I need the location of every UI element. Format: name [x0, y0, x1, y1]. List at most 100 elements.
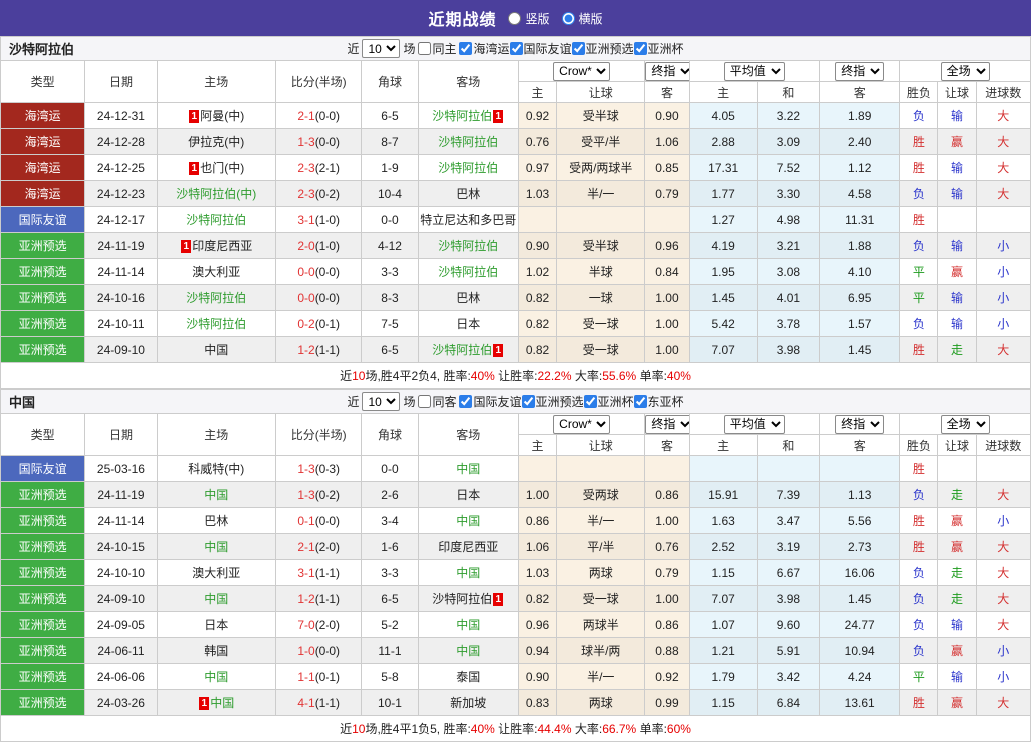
home-cell: 沙特阿拉伯 — [157, 207, 275, 233]
checkbox-icon[interactable] — [522, 395, 535, 408]
layout-horizontal-radio[interactable]: 横版 — [562, 10, 603, 27]
away-cell: 沙特阿拉伯1 — [418, 337, 518, 363]
bookmaker-select[interactable]: Crow* — [553, 62, 610, 81]
avg-away-cell: 10.94 — [820, 638, 900, 664]
checkbox-icon[interactable] — [634, 395, 647, 408]
checkbox-icon[interactable] — [459, 42, 472, 55]
handicap-result-cell: 赢 — [938, 508, 976, 534]
odds-away-cell: 0.79 — [645, 181, 689, 207]
page-title: 近期战绩 — [428, 6, 496, 30]
goals-cell: 大 — [976, 560, 1030, 586]
odds-home-cell: 0.97 — [518, 155, 556, 181]
home-cell: 科威特(中) — [157, 456, 275, 482]
col-avg-home: 主 — [689, 435, 757, 456]
home-cell: 沙特阿拉伯(中) — [157, 181, 275, 207]
average-select[interactable]: 平均值 — [724, 62, 785, 81]
avg-draw-cell: 4.98 — [757, 207, 819, 233]
odds-home-cell: 0.90 — [518, 664, 556, 690]
final-odds-select[interactable]: 终指 — [645, 62, 689, 81]
layout-vertical-radio[interactable]: 竖版 — [508, 10, 549, 27]
col-handicap-result: 让球 — [938, 82, 976, 103]
match-row: 亚洲预选24-11-191印度尼西亚2-0(1-0)4-12沙特阿拉伯0.90受… — [1, 233, 1031, 259]
score-cell: 2-3(0-2) — [276, 181, 362, 207]
home-cell: 中国 — [157, 664, 275, 690]
checkbox-icon[interactable] — [584, 395, 597, 408]
avg-away-cell — [820, 456, 900, 482]
results-table: 类型 日期 主场 比分(半场) 角球 客场 Crow* 终指 平均值 — [0, 60, 1031, 363]
filter-checkbox[interactable]: 亚洲预选 — [572, 40, 634, 57]
odds-away-cell: 1.00 — [645, 337, 689, 363]
result-cell: 负 — [900, 586, 938, 612]
handicap-cell: 受半球 — [557, 103, 645, 129]
filter-checkbox[interactable]: 东亚杯 — [634, 393, 684, 410]
same-venue-checkbox[interactable]: 同主 — [418, 40, 456, 57]
red-card-badge: 1 — [181, 240, 191, 253]
filter-checkbox-group: 国际友谊亚洲预选亚洲杯东亚杯 — [459, 393, 683, 410]
full-match-select[interactable]: 全场 — [941, 62, 990, 81]
goals-cell: 大 — [976, 612, 1030, 638]
final-odds-select[interactable]: 终指 — [645, 415, 689, 434]
date-cell: 24-09-10 — [85, 586, 157, 612]
col-handicap: 让球 — [557, 82, 645, 103]
red-card-badge: 1 — [493, 344, 503, 357]
goals-cell: 小 — [976, 285, 1030, 311]
type-cell: 亚洲预选 — [1, 311, 85, 337]
handicap-result-cell: 赢 — [938, 638, 976, 664]
filter-checkbox[interactable]: 国际友谊 — [510, 40, 572, 57]
full-match-select[interactable]: 全场 — [941, 415, 990, 434]
games-label: 场 — [403, 393, 415, 410]
date-cell: 24-06-11 — [85, 638, 157, 664]
handicap-result-cell: 输 — [938, 612, 976, 638]
odds-home-cell: 1.03 — [518, 560, 556, 586]
result-cell: 胜 — [900, 207, 938, 233]
odds-away-cell: 1.00 — [645, 285, 689, 311]
bookmaker-select[interactable]: Crow* — [553, 415, 610, 434]
home-cell: 澳大利亚 — [157, 259, 275, 285]
type-cell: 亚洲预选 — [1, 690, 85, 716]
col-home: 主场 — [157, 414, 275, 456]
filter-checkbox[interactable]: 亚洲杯 — [584, 393, 634, 410]
odds-away-cell: 1.00 — [645, 508, 689, 534]
filter-checkbox[interactable]: 国际友谊 — [459, 393, 521, 410]
date-cell: 24-11-19 — [85, 233, 157, 259]
filter-checkbox[interactable]: 亚洲杯 — [634, 40, 684, 57]
avg-away-cell: 1.89 — [820, 103, 900, 129]
col-handicap-result: 让球 — [938, 435, 976, 456]
col-home: 主场 — [157, 61, 275, 103]
away-cell: 巴林 — [418, 285, 518, 311]
avg-away-cell: 1.13 — [820, 482, 900, 508]
radio-icon[interactable] — [508, 12, 521, 25]
filter-checkbox[interactable]: 亚洲预选 — [522, 393, 584, 410]
col-corner: 角球 — [362, 414, 418, 456]
checkbox-icon[interactable] — [418, 395, 431, 408]
average-select[interactable]: 平均值 — [724, 415, 785, 434]
final-odds-select-cell-2: 终指 — [820, 414, 900, 435]
goals-cell: 大 — [976, 534, 1030, 560]
filter-bar: 近 10 场 同客 国际友谊亚洲预选亚洲杯东亚杯 — [347, 392, 683, 411]
home-cell: 沙特阿拉伯 — [157, 311, 275, 337]
radio-icon[interactable] — [562, 12, 575, 25]
checkbox-icon[interactable] — [572, 42, 585, 55]
final-odds-select-2[interactable]: 终指 — [835, 415, 884, 434]
home-cell: 1阿曼(中) — [157, 103, 275, 129]
match-row: 亚洲预选24-09-10中国1-2(1-1)6-5沙特阿拉伯10.82受一球1.… — [1, 337, 1031, 363]
avg-draw-cell: 7.52 — [757, 155, 819, 181]
home-cell: 澳大利亚 — [157, 560, 275, 586]
odds-home-cell — [518, 456, 556, 482]
result-cell: 负 — [900, 638, 938, 664]
avg-away-cell: 4.10 — [820, 259, 900, 285]
goals-cell: 小 — [976, 638, 1030, 664]
handicap-cell: 受一球 — [557, 311, 645, 337]
odds-home-cell: 0.82 — [518, 311, 556, 337]
recent-count-select[interactable]: 10 — [362, 392, 400, 411]
final-odds-select-2[interactable]: 终指 — [835, 62, 884, 81]
checkbox-icon[interactable] — [634, 42, 647, 55]
checkbox-icon[interactable] — [510, 42, 523, 55]
same-venue-checkbox[interactable]: 同客 — [418, 393, 456, 410]
recent-count-select[interactable]: 10 — [362, 39, 400, 58]
result-cell: 负 — [900, 482, 938, 508]
checkbox-icon[interactable] — [459, 395, 472, 408]
col-goals: 进球数 — [976, 435, 1030, 456]
filter-checkbox[interactable]: 海湾运 — [459, 40, 509, 57]
checkbox-icon[interactable] — [418, 42, 431, 55]
